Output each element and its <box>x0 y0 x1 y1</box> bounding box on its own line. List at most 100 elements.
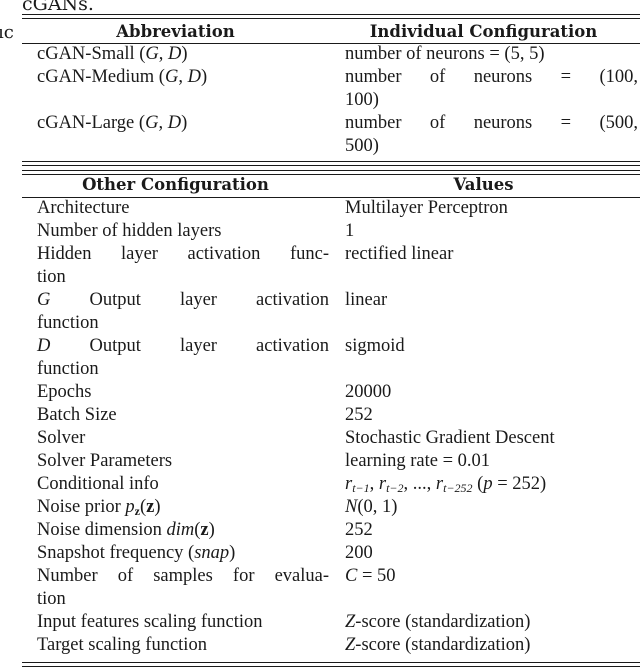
table-row: Number of hidden layers 1 <box>22 220 640 243</box>
config-label: Solver <box>37 428 86 448</box>
table1-body: cGAN-Small (G, D) number of neurons = (5… <box>22 43 640 158</box>
config-value: Z-score (standardization) <box>329 611 640 634</box>
config-value: N(0, 1) <box>329 496 640 519</box>
table-row: Target scaling function Z-score (standar… <box>22 634 640 657</box>
config-value-conditional: rt−1, rt−2, ..., rt−252 (p = 252) <box>345 474 547 495</box>
math-sub: t−2 <box>386 481 404 495</box>
zscore-text: -score (standardization) <box>355 612 531 632</box>
config-value: 20000 <box>345 382 392 402</box>
table2-body: Architecture Multilayer Perceptron Numbe… <box>22 197 640 657</box>
config-label: Batch Size <box>37 405 117 425</box>
table-row: Epochs 20000 <box>22 381 640 404</box>
table-row: Snapshot frequency (snap) 200 <box>22 542 640 565</box>
config-value: learning rate = 0.01 <box>345 451 491 471</box>
config-label: Solver Parameters <box>37 451 173 471</box>
math-d: D <box>37 336 51 356</box>
math-p: p <box>125 497 135 517</box>
math-z: z <box>200 520 209 540</box>
math-d: D <box>168 44 182 64</box>
table2-bottom-rule-2 <box>22 666 640 668</box>
label-line2: tion <box>37 589 66 609</box>
config-cell: number of neurons = (100, 100) <box>329 66 640 112</box>
math-snap: snap <box>194 543 230 563</box>
comma: , <box>158 113 164 133</box>
config-label-noise-prior: Noise prior pz(z) <box>37 497 161 518</box>
table-row: D Output layer activation function sigmo… <box>22 335 640 381</box>
math-g: G <box>164 67 179 87</box>
table1-header-abbreviation: Abbreviation <box>116 22 235 41</box>
config-value: 200 <box>345 543 373 563</box>
config-label: D Output layer activation function <box>22 335 329 381</box>
table-row: Noise prior pz(z) N(0, 1) <box>22 496 640 519</box>
abbr-text: cGAN-Small <box>37 44 135 64</box>
label-line2: function <box>37 359 99 379</box>
label-line2: function <box>37 313 99 333</box>
table1-header-individual-configuration: Individual Configuration <box>369 22 598 41</box>
math-eq: = 50 <box>357 566 396 586</box>
math-z: z <box>146 497 155 517</box>
label-line1: Number of samples for evalua- <box>37 566 329 586</box>
margin-text-fragment: ıc <box>0 22 14 43</box>
table-row: G Output layer activation function linea… <box>22 289 640 335</box>
abbr-text: cGAN-Large <box>37 113 135 133</box>
abbr-cell: cGAN-Large (G, D) <box>37 113 188 133</box>
math-d: D <box>187 67 201 87</box>
config-value: linear <box>345 290 388 310</box>
label-text: Output layer activation <box>89 290 329 310</box>
math-r: r <box>378 474 387 494</box>
config-text-line2: 100) <box>345 90 379 110</box>
zscore-text: -score (standardization) <box>355 635 531 655</box>
config-label: Number of samples for evalua- tion <box>22 565 329 611</box>
config-value: sigmoid <box>345 336 405 356</box>
table1-bottom-rule-2 <box>22 165 640 167</box>
config-label-noise-dim: Noise dimension dim(z) <box>37 520 215 540</box>
abbr-cell: cGAN-Small (G, D) <box>37 44 188 64</box>
config-text-line1: number of neurons = (500, <box>345 113 638 133</box>
math-g: G <box>145 44 159 64</box>
table-row: cGAN-Medium (G, D) number of neurons = (… <box>22 66 640 112</box>
label-line1: D Output layer activation <box>37 335 329 358</box>
table-row: cGAN-Large (G, D) number of neurons = (5… <box>22 112 640 158</box>
math-z-sub: z <box>134 504 140 518</box>
table-row: Number of samples for evalua- tion C = 5… <box>22 565 640 611</box>
config-label: Number of hidden layers <box>37 221 222 241</box>
table2-bottom-rule-1 <box>22 662 640 664</box>
label-line2: tion <box>37 267 66 287</box>
config-text-line2: 500) <box>345 136 379 156</box>
abbr-cell: cGAN-Medium (G, D) <box>37 67 208 87</box>
math-d: D <box>167 113 182 133</box>
math-z-score: Z <box>345 612 356 632</box>
table-row: Conditional info rt−1, rt−2, ..., rt−252… <box>22 473 640 496</box>
config-label: Epochs <box>37 382 92 402</box>
label-text: Output layer activation <box>89 336 329 356</box>
config-text-line1: number of neurons = (100, <box>345 67 638 87</box>
math-eq: = 252) <box>492 474 547 494</box>
label-line1: G Output layer activation <box>37 289 329 312</box>
table2-header-row: Other Configuration Values <box>22 173 640 196</box>
table-row: Architecture Multilayer Perceptron <box>22 197 640 220</box>
table-row: cGAN-Small (G, D) number of neurons = (5… <box>22 43 640 66</box>
top-rule-1 <box>22 14 640 16</box>
config-label: G Output layer activation function <box>22 289 329 335</box>
config-value: Stochastic Gradient Descent <box>345 428 555 448</box>
config-value: Z-score (standardization) <box>329 634 640 657</box>
table2-header-values: Values <box>453 175 514 194</box>
config-value: rectified linear <box>345 244 454 264</box>
math-p: p <box>483 474 493 494</box>
table-row: Input features scaling function Z-score … <box>22 611 640 634</box>
config-value: 252 <box>345 520 373 540</box>
comma: , <box>178 67 183 87</box>
math-g: G <box>145 113 159 133</box>
config-label-snapshot: Snapshot frequency (snap) <box>37 543 236 563</box>
math-z-score: Z <box>345 635 356 655</box>
config-cell: number of neurons = (500, 500) <box>329 112 640 158</box>
config-value: Multilayer Perceptron <box>345 198 508 218</box>
table-row: Noise dimension dim(z) 252 <box>22 519 640 542</box>
table-row: Solver Parameters learning rate = 0.01 <box>22 450 640 473</box>
table2-top-rule-1 <box>22 170 640 172</box>
math-g: G <box>37 290 51 310</box>
comma: , <box>158 44 164 64</box>
table-row: Hidden layer activation func- tion recti… <box>22 243 640 289</box>
config-label: Target scaling function <box>37 635 207 655</box>
config-value: C = 50 <box>329 565 640 611</box>
